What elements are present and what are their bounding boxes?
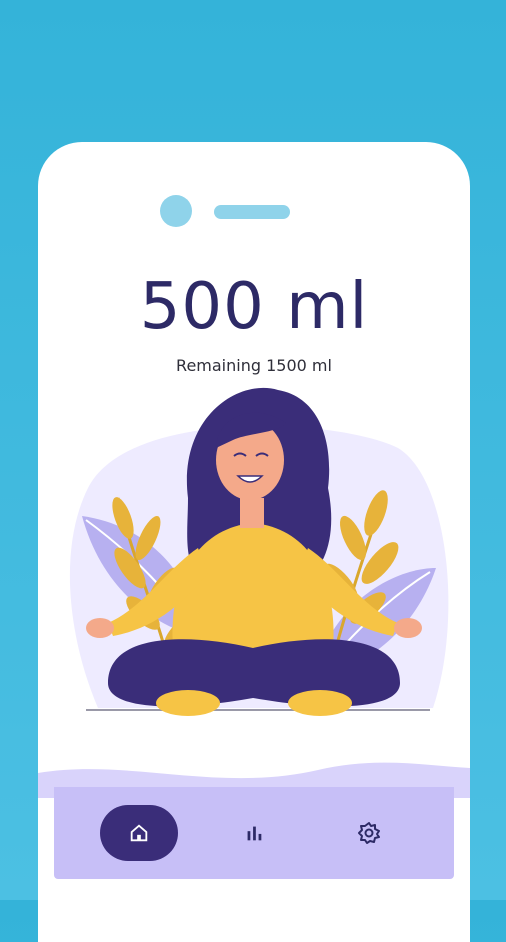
remaining-text: Remaining 1500 ml bbox=[176, 356, 332, 375]
camera-dot bbox=[160, 195, 192, 227]
meditation-illustration bbox=[38, 387, 470, 798]
phone-frame: 500 ml Remaining 1500 ml bbox=[38, 142, 470, 942]
bottom-nav bbox=[54, 787, 454, 879]
home-icon bbox=[130, 824, 148, 842]
nav-stats-button[interactable] bbox=[215, 805, 293, 861]
nav-home-button[interactable] bbox=[100, 805, 178, 861]
bar-chart-icon bbox=[247, 826, 262, 841]
gear-icon bbox=[358, 822, 380, 844]
speaker-bar bbox=[214, 205, 290, 219]
water-amount: 500 ml bbox=[139, 270, 369, 344]
nav-settings-button[interactable] bbox=[330, 805, 408, 861]
